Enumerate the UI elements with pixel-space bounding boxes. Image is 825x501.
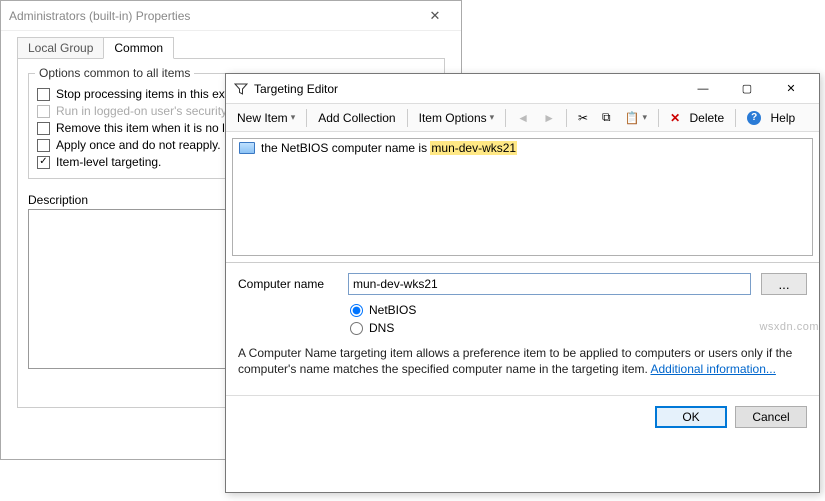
list-item[interactable]: the NetBIOS computer name is mun-dev-wks… xyxy=(233,139,812,157)
window-buttons: — ▢ ✕ xyxy=(681,75,813,103)
checkbox-icon[interactable] xyxy=(37,139,50,152)
additional-information-link[interactable]: Additional information... xyxy=(651,362,776,376)
checkbox-icon xyxy=(37,105,50,118)
maximize-icon[interactable]: ▢ xyxy=(725,75,769,103)
computer-icon xyxy=(239,142,255,154)
computer-name-label: Computer name xyxy=(238,277,338,291)
list-item-prefix: the NetBIOS computer name is xyxy=(261,141,430,155)
copy-icon[interactable]: ⧉ xyxy=(597,108,616,127)
radio-dns[interactable] xyxy=(350,322,363,335)
radio-netbios-label: NetBIOS xyxy=(369,303,416,317)
checkbox-icon[interactable] xyxy=(37,156,50,169)
tabs: Local Group Common xyxy=(17,37,461,59)
help-text: A Computer Name targeting item allows a … xyxy=(238,345,807,377)
toolbar: New Item Add Collection Item Options ◄ ►… xyxy=(226,104,819,132)
minimize-icon[interactable]: — xyxy=(681,75,725,103)
targeting-editor-dialog: Targeting Editor — ▢ ✕ New Item Add Coll… xyxy=(225,73,820,493)
close-icon[interactable]: ✕ xyxy=(769,75,813,103)
move-down-icon: ► xyxy=(538,109,560,127)
add-collection-button[interactable]: Add Collection xyxy=(313,109,400,127)
move-up-icon: ◄ xyxy=(512,109,534,127)
radio-netbios-line[interactable]: NetBIOS xyxy=(350,303,807,317)
item-options-button[interactable]: Item Options xyxy=(414,109,500,127)
delete-button[interactable]: ✕ Delete xyxy=(665,109,729,127)
new-item-button[interactable]: New Item xyxy=(232,109,300,127)
list-item-text: the NetBIOS computer name is mun-dev-wks… xyxy=(261,141,517,155)
list-item-value: mun-dev-wks21 xyxy=(430,141,517,155)
close-icon[interactable]: ✕ xyxy=(415,8,455,24)
tab-common[interactable]: Common xyxy=(103,37,174,59)
funnel-icon xyxy=(234,82,248,96)
radio-netbios[interactable] xyxy=(350,304,363,317)
option-label: Item-level targeting. xyxy=(56,155,161,169)
radio-dns-line[interactable]: DNS xyxy=(350,321,807,335)
options-group-label: Options common to all items xyxy=(35,66,194,80)
targeting-footer: OK Cancel xyxy=(226,395,819,438)
browse-button[interactable]: ... xyxy=(761,273,807,295)
computer-name-row: Computer name ... xyxy=(238,273,807,295)
cut-icon[interactable]: ✂ xyxy=(573,109,593,127)
targeting-list[interactable]: the NetBIOS computer name is mun-dev-wks… xyxy=(232,138,813,256)
computer-name-input[interactable] xyxy=(348,273,751,295)
checkbox-icon[interactable] xyxy=(37,88,50,101)
paste-icon[interactable]: 📋 xyxy=(620,109,652,127)
targeting-titlebar: Targeting Editor — ▢ ✕ xyxy=(226,74,819,104)
properties-title: Administrators (built-in) Properties xyxy=(9,9,190,23)
detail-pane: Computer name ... NetBIOS DNS A Computer… xyxy=(226,262,819,395)
option-label: Apply once and do not reapply. xyxy=(56,138,221,152)
targeting-title: Targeting Editor xyxy=(254,82,338,96)
properties-titlebar: Administrators (built-in) Properties ✕ xyxy=(1,1,461,31)
tab-local-group[interactable]: Local Group xyxy=(17,37,104,59)
checkbox-icon[interactable] xyxy=(37,122,50,135)
ok-button[interactable]: OK xyxy=(655,406,727,428)
radio-dns-label: DNS xyxy=(369,321,394,335)
help-button[interactable]: ? Help xyxy=(742,109,800,127)
cancel-button[interactable]: Cancel xyxy=(735,406,807,428)
